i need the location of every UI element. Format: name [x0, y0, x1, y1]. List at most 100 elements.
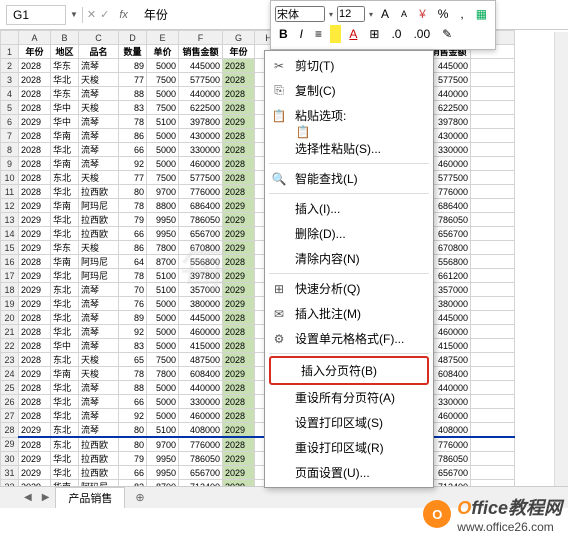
cell[interactable]: 2028 [19, 171, 51, 185]
cell[interactable]: 流琴 [79, 297, 119, 311]
cell[interactable]: 2028 [19, 87, 51, 101]
name-box-dropdown-icon[interactable]: ▼ [70, 10, 78, 19]
cell[interactable]: 华南 [51, 157, 79, 171]
cell[interactable]: 9700 [147, 437, 179, 452]
ctx-smart-lookup[interactable]: 🔍智能查找(L) [265, 166, 433, 191]
cell[interactable]: 460000 [179, 157, 223, 171]
cell[interactable]: 2028 [19, 395, 51, 409]
cell[interactable]: 556800 [179, 255, 223, 269]
ctx-delete[interactable]: 删除(D)... [265, 221, 433, 246]
cell[interactable]: 2029 [19, 213, 51, 227]
cell[interactable] [471, 466, 515, 480]
cell[interactable] [471, 87, 515, 101]
cell[interactable]: 2029 [19, 367, 51, 381]
cell[interactable]: 7500 [147, 171, 179, 185]
row-header[interactable]: 26 [1, 395, 19, 409]
cell[interactable]: 397800 [179, 115, 223, 129]
cell[interactable]: 2028 [19, 409, 51, 423]
ctx-paste-special[interactable]: 选择性粘贴(S)... [265, 136, 433, 161]
cell[interactable]: 华北 [51, 227, 79, 241]
cell[interactable]: 5000 [147, 395, 179, 409]
cell[interactable]: 430000 [179, 129, 223, 143]
cell[interactable]: 86 [119, 241, 147, 255]
cell[interactable]: 阿玛尼 [79, 199, 119, 213]
column-header[interactable]: C [79, 31, 119, 45]
cell[interactable]: 2028 [19, 381, 51, 395]
percent-icon[interactable]: % [434, 5, 453, 23]
cell[interactable]: 2029 [19, 269, 51, 283]
row-header[interactable]: 25 [1, 381, 19, 395]
cell[interactable]: 2028 [19, 353, 51, 367]
cell[interactable]: 9700 [147, 185, 179, 199]
row-header[interactable]: 18 [1, 283, 19, 297]
cell[interactable] [471, 213, 515, 227]
cell[interactable]: 流琴 [79, 59, 119, 73]
cell[interactable] [471, 59, 515, 73]
cell[interactable]: 华南 [51, 255, 79, 269]
increase-decimal-icon[interactable]: .0 [387, 25, 405, 43]
cell[interactable]: 2028 [223, 59, 255, 73]
header-cell[interactable]: 单价 [147, 45, 179, 59]
cell[interactable]: 2028 [223, 311, 255, 325]
cell[interactable]: 2029 [223, 269, 255, 283]
cell[interactable]: 2028 [223, 73, 255, 87]
border-icon[interactable]: ⊞ [365, 25, 383, 43]
row-header[interactable]: 23 [1, 353, 19, 367]
cell[interactable]: 88 [119, 87, 147, 101]
cell[interactable]: 2028 [223, 395, 255, 409]
ctx-insert-comment[interactable]: ✉插入批注(M) [265, 301, 433, 326]
cell[interactable]: 8700 [147, 255, 179, 269]
cell[interactable]: 天梭 [79, 73, 119, 87]
cell[interactable]: 流琴 [79, 143, 119, 157]
cell[interactable]: 78 [119, 269, 147, 283]
cell[interactable]: 776000 [179, 437, 223, 452]
cell[interactable]: 656700 [179, 466, 223, 480]
row-header[interactable]: 14 [1, 227, 19, 241]
cell[interactable]: 357000 [179, 283, 223, 297]
cell[interactable]: 华东 [51, 59, 79, 73]
ctx-clear[interactable]: 清除内容(N) [265, 246, 433, 271]
cell[interactable]: 79 [119, 213, 147, 227]
cell[interactable]: 华北 [51, 409, 79, 423]
decrease-font-icon[interactable]: A [397, 7, 411, 21]
cell[interactable]: 64 [119, 255, 147, 269]
conditional-format-icon[interactable]: ▦ [472, 5, 491, 23]
row-header[interactable]: 21 [1, 325, 19, 339]
row-header[interactable]: 10 [1, 171, 19, 185]
cell[interactable]: 华东 [51, 241, 79, 255]
cell[interactable]: 2029 [223, 227, 255, 241]
fill-color-icon[interactable] [330, 25, 341, 43]
cell[interactable]: 2028 [223, 143, 255, 157]
cell[interactable]: 华北 [51, 466, 79, 480]
cell[interactable]: 华北 [51, 311, 79, 325]
row-header[interactable]: 29 [1, 437, 19, 452]
cell[interactable]: 2029 [19, 199, 51, 213]
cell[interactable]: 66 [119, 466, 147, 480]
row-header[interactable]: 20 [1, 311, 19, 325]
ctx-cut[interactable]: ✂剪切(T) [265, 53, 433, 78]
cell[interactable]: 330000 [179, 143, 223, 157]
header-cell[interactable]: 销售金额 [179, 45, 223, 59]
cell[interactable]: 阿玛尼 [79, 269, 119, 283]
cell[interactable]: 2029 [19, 423, 51, 438]
cell[interactable] [471, 115, 515, 129]
cell[interactable]: 9950 [147, 466, 179, 480]
cell[interactable]: 5000 [147, 409, 179, 423]
cell[interactable]: 华北 [51, 452, 79, 466]
cell[interactable]: 5000 [147, 143, 179, 157]
cell[interactable]: 华北 [51, 73, 79, 87]
cell[interactable] [471, 255, 515, 269]
cell[interactable]: 2028 [223, 87, 255, 101]
cell[interactable]: 流琴 [79, 409, 119, 423]
decrease-decimal-icon[interactable]: .00 [409, 25, 434, 43]
cell[interactable]: 2029 [223, 241, 255, 255]
ctx-page-setup[interactable]: 页面设置(U)... [265, 460, 433, 485]
cell[interactable]: 415000 [179, 339, 223, 353]
cell[interactable]: 2029 [19, 241, 51, 255]
cell[interactable]: 2029 [19, 452, 51, 466]
cell[interactable]: 2028 [223, 157, 255, 171]
cell[interactable] [471, 269, 515, 283]
cell[interactable]: 流琴 [79, 129, 119, 143]
row-header[interactable]: 15 [1, 241, 19, 255]
name-box[interactable]: G1 [6, 5, 66, 25]
